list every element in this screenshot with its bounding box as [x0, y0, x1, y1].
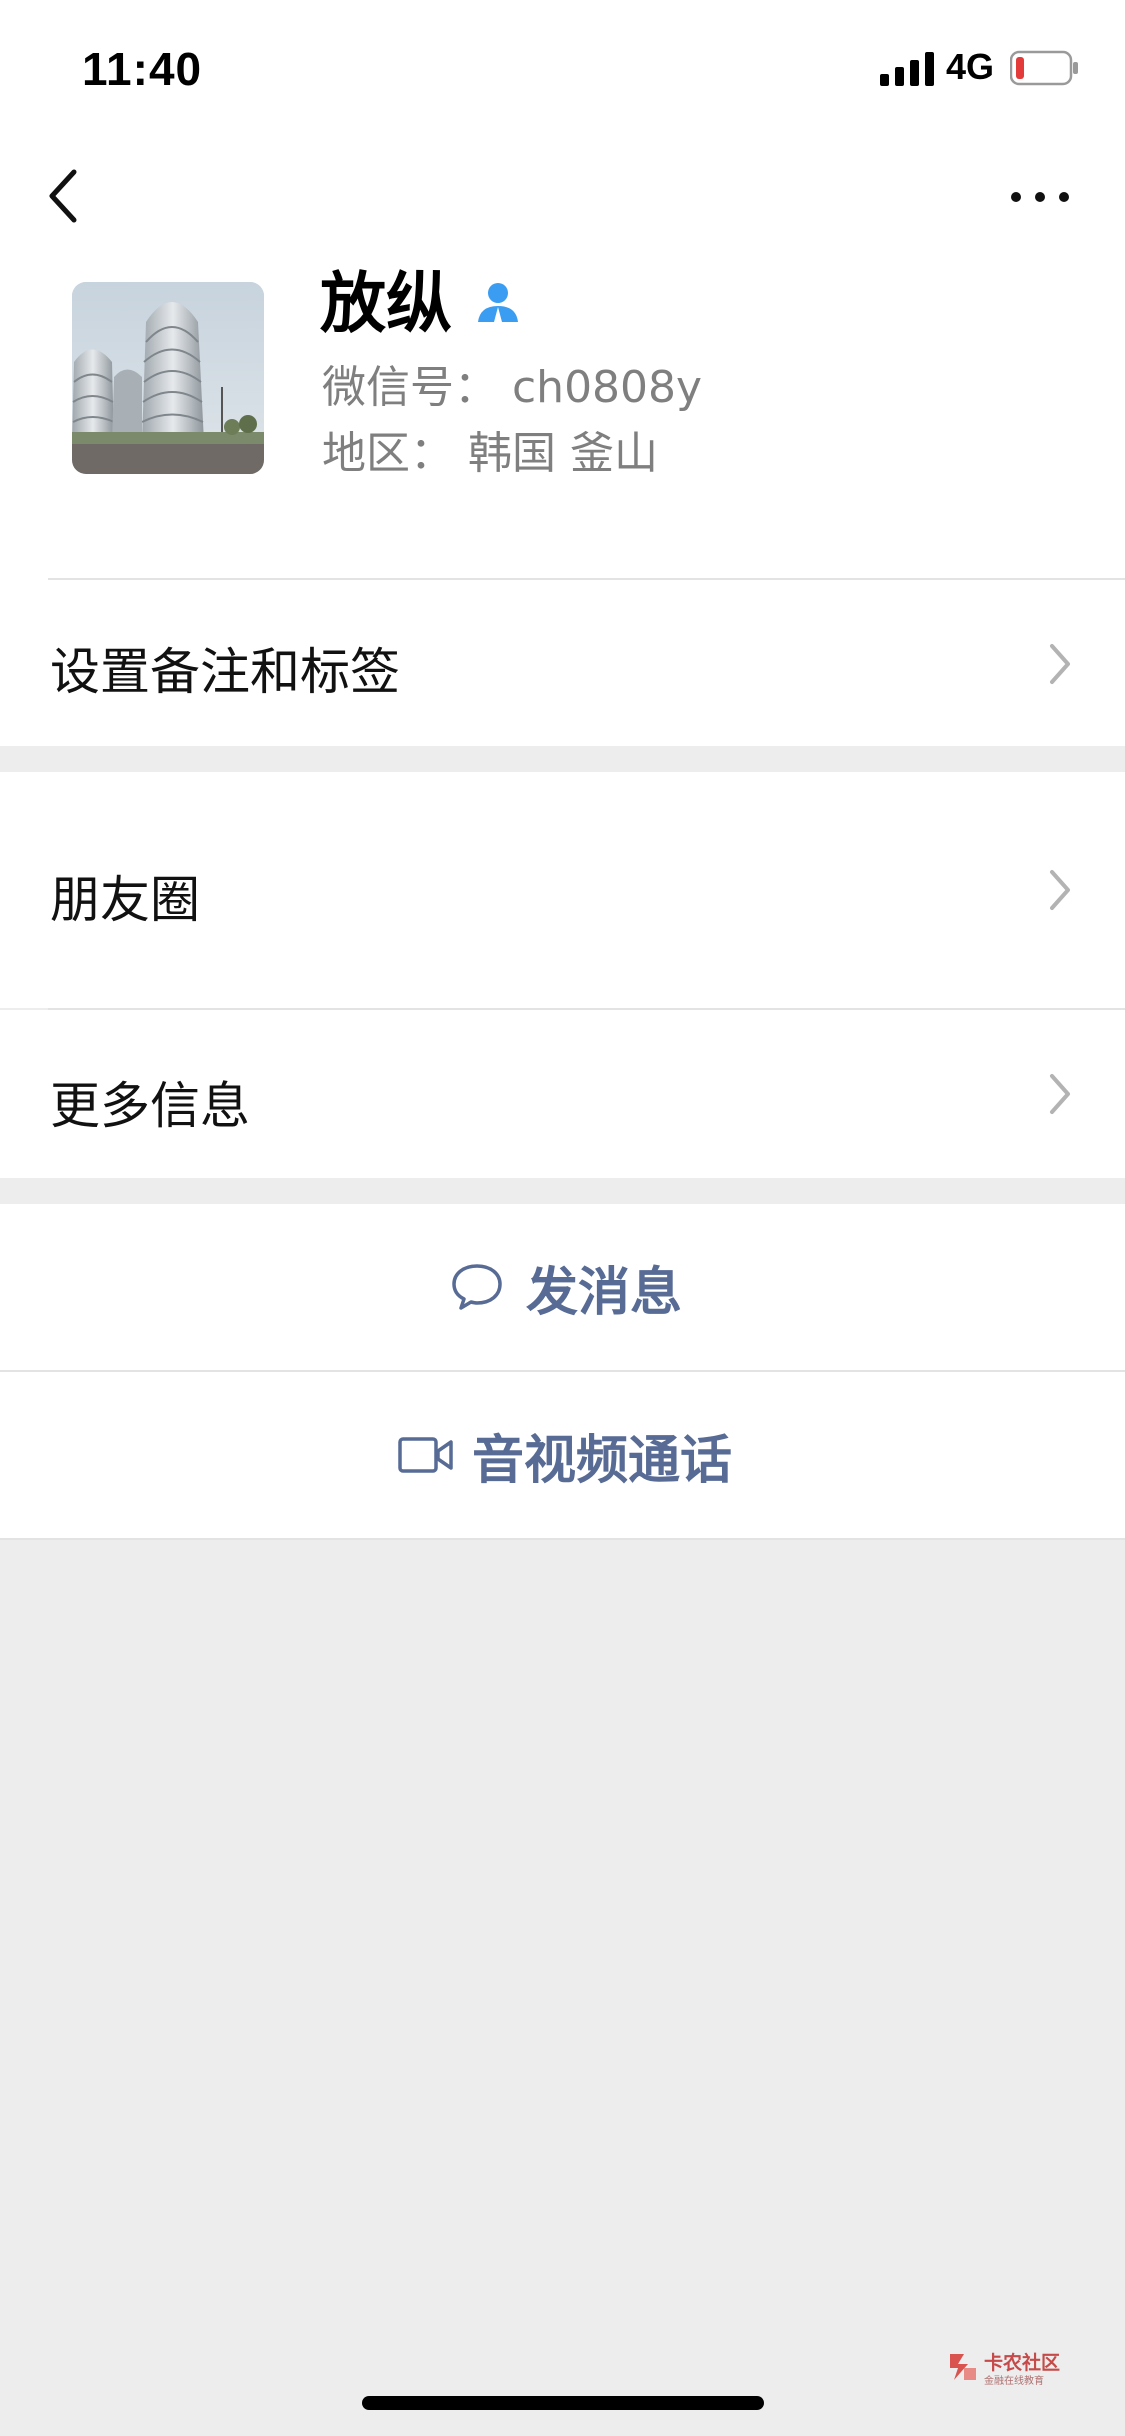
chat-bubble-icon	[452, 1264, 502, 1310]
video-call-button[interactable]: 音视频通话	[0, 1372, 1125, 1538]
signal-strength-icon	[880, 52, 934, 86]
avatar-building-image	[72, 282, 264, 474]
avatar[interactable]	[72, 282, 264, 474]
back-chevron-icon[interactable]	[44, 166, 84, 226]
contact-person-icon	[478, 283, 518, 322]
watermark: 卡农社区 金融在线教育	[946, 2348, 1066, 2388]
status-time: 11:40	[82, 43, 203, 95]
divider	[0, 1538, 1125, 1540]
set-remark-tags-label: 设置备注和标签	[50, 643, 400, 701]
send-message-label: 发消息	[526, 1262, 683, 1323]
chevron-right-icon	[1050, 644, 1070, 684]
region: 地区： 韩国 釜山	[322, 428, 658, 479]
kanong-logo-icon	[950, 2354, 976, 2380]
more-info-label: 更多信息	[50, 1077, 250, 1135]
profile-name: 放纵	[320, 265, 452, 342]
moments-cell[interactable]: 朋友圈	[0, 772, 1125, 1008]
chevron-right-icon	[1050, 870, 1070, 910]
wechat-id: 微信号： ch0808y	[322, 362, 703, 413]
more-dots-icon[interactable]	[1008, 182, 1072, 212]
chevron-right-icon	[1050, 1074, 1070, 1114]
send-message-button[interactable]: 发消息	[0, 1204, 1125, 1370]
watermark-subtitle: 金融在线教育	[984, 2376, 1044, 2387]
more-info-cell[interactable]: 更多信息	[0, 1010, 1125, 1178]
network-type: 4G	[946, 46, 995, 87]
watermark-title: 卡农社区	[984, 2352, 1061, 2374]
set-remark-tags-cell[interactable]: 设置备注和标签	[0, 580, 1125, 746]
video-camera-icon	[398, 1437, 453, 1473]
home-indicator[interactable]	[362, 2396, 764, 2410]
battery-icon	[1010, 50, 1078, 86]
video-call-label: 音视频通话	[472, 1430, 733, 1491]
moments-label: 朋友圈	[50, 871, 200, 929]
